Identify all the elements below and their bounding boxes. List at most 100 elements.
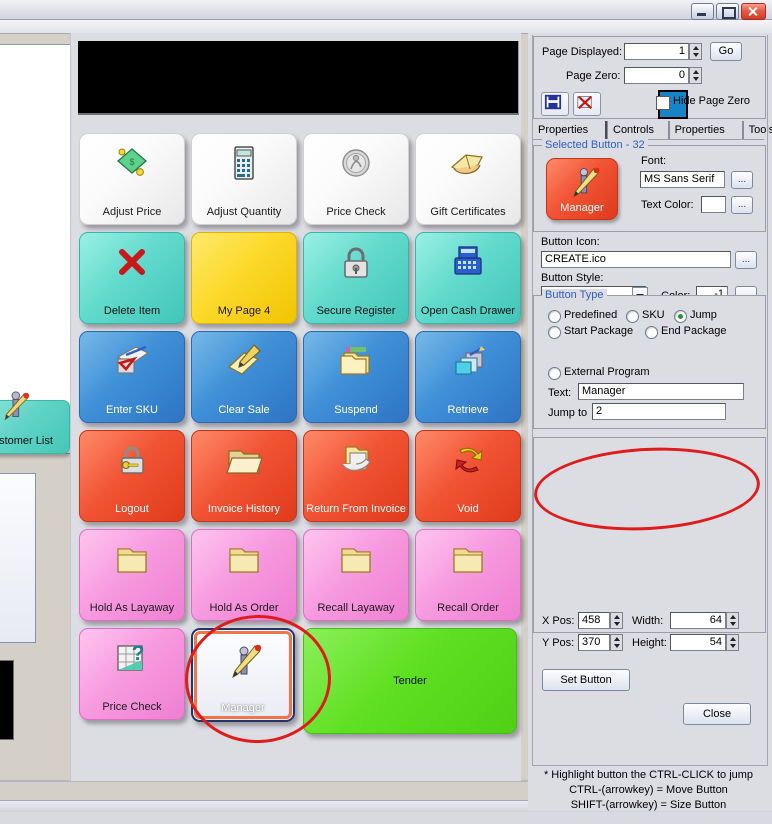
x-pos-label: X Pos:: [542, 615, 575, 627]
font-browse-button[interactable]: ...: [731, 171, 753, 189]
height-input[interactable]: 54: [670, 634, 726, 651]
question-chart-icon: ?: [117, 642, 144, 671]
retrieve-windows-icon: [448, 341, 488, 381]
set-button[interactable]: Set Button: [542, 669, 630, 691]
button-icon-input[interactable]: CREATE.ico: [541, 251, 731, 268]
button-icon-browse-button[interactable]: ...: [735, 251, 757, 269]
pos-button-enter-sku[interactable]: Enter SKU: [79, 331, 185, 423]
hide-page-zero-checkbox[interactable]: [656, 96, 670, 110]
font-label: Font:: [641, 155, 667, 167]
pos-button-return-from-invoice[interactable]: Return From Invoice: [303, 430, 409, 522]
notepad-pencil-icon: [224, 341, 264, 381]
padlock-key-icon: [121, 446, 144, 474]
folder-hand-icon: [336, 440, 376, 480]
page-displayed-spinner[interactable]: [689, 43, 702, 60]
radio-dot: [626, 310, 639, 323]
height-label: Height:: [632, 637, 667, 649]
pos-button-hold-as-order[interactable]: Hold As Order: [191, 529, 297, 621]
pos-button-recall-layaway[interactable]: Recall Layaway: [303, 529, 409, 621]
pos-button-label: Enter SKU: [106, 404, 158, 416]
pos-button-logout[interactable]: Logout: [79, 430, 185, 522]
pos-button-price-check[interactable]: Price Check: [303, 133, 409, 225]
y-pos-spinner[interactable]: [610, 634, 623, 651]
width-spinner[interactable]: [726, 612, 739, 629]
pos-button-invoice-history[interactable]: Invoice History: [191, 430, 297, 522]
folder-icon: [224, 539, 264, 579]
page-zero-spinner[interactable]: [689, 67, 702, 84]
y-pos-label: Y Pos:: [542, 637, 575, 649]
calculator-icon: [234, 146, 254, 180]
pos-button-price-check[interactable]: ? Price Check: [79, 628, 185, 720]
tab-properties-0[interactable]: Properties: [533, 121, 607, 139]
pencil-person-icon: [223, 642, 263, 682]
red-x-icon: [112, 242, 152, 282]
pos-button-retrieve[interactable]: Retrieve: [415, 331, 521, 423]
maximize-button[interactable]: [716, 3, 739, 20]
tab-controls-1[interactable]: Controls: [607, 121, 669, 139]
width-input[interactable]: 64: [670, 612, 726, 629]
radio-dot: [548, 310, 561, 323]
height-spinner[interactable]: [726, 634, 739, 651]
gift-hand-icon: [450, 154, 483, 175]
pos-button-label: Hold As Order: [209, 602, 279, 614]
pos-button-suspend[interactable]: Suspend: [303, 331, 409, 423]
x-pos-input[interactable]: 458: [578, 612, 610, 629]
x-pos-spinner[interactable]: [610, 612, 623, 629]
pos-button-adjust-quantity[interactable]: Adjust Quantity: [191, 133, 297, 225]
text-color-input[interactable]: [701, 196, 726, 213]
pos-button-gift-certificates[interactable]: Gift Certificates: [415, 133, 521, 225]
radio-dot: [645, 326, 658, 339]
pos-button-label: Suspend: [334, 404, 378, 416]
radio-start-package-label: Start Package: [564, 325, 634, 337]
close-button[interactable]: Close: [683, 703, 751, 725]
question-chart-icon: ?: [112, 638, 152, 678]
text-color-browse-button[interactable]: ...: [731, 196, 753, 214]
radio-dot-selected: [674, 310, 687, 323]
pos-button-label: Recall Layaway: [317, 602, 395, 614]
text-field-input[interactable]: Manager: [578, 383, 744, 400]
pos-button-label: Retrieve: [447, 404, 489, 416]
pos-button-my-page-4[interactable]: My Page 4: [191, 232, 297, 324]
selected-button-preview-label: Manager: [560, 202, 604, 214]
tab-properties-2[interactable]: Properties: [668, 121, 743, 139]
page-zero-input[interactable]: 0: [624, 67, 689, 84]
hide-page-zero-label: Hide Page Zero: [673, 95, 751, 107]
pos-button-open-cash-drawer[interactable]: Open Cash Drawer: [415, 232, 521, 324]
tabstrip: Properties Controls Properties Tools: [533, 121, 772, 140]
page-zero-label: Page Zero:: [566, 70, 621, 82]
red-x-icon: [119, 249, 145, 275]
cash-register-icon: [448, 242, 488, 282]
pos-button-label: Invoice History: [207, 503, 281, 515]
pos-button-label: Price Check: [326, 206, 386, 218]
delete-button[interactable]: [573, 92, 601, 116]
pos-button-tender[interactable]: Tender: [303, 628, 517, 734]
page-displayed-input[interactable]: 1: [624, 43, 689, 60]
font-input[interactable]: MS Sans Serif: [640, 171, 725, 188]
delete-x-icon: [577, 95, 593, 110]
pos-button-secure-register[interactable]: Secure Register: [303, 232, 409, 324]
folder-icon: [453, 548, 483, 573]
close-icon[interactable]: [741, 3, 766, 20]
pos-button-clear-sale[interactable]: Clear Sale: [191, 331, 297, 423]
background-lower-panel: [0, 473, 36, 643]
window-titlebar: [0, 0, 772, 20]
jump-to-input[interactable]: 2: [592, 403, 726, 420]
radio-end-package-label: End Package: [661, 325, 727, 337]
folders-icon: [340, 347, 370, 375]
go-button[interactable]: Go: [710, 42, 742, 61]
pos-button-label: Adjust Quantity: [206, 206, 282, 218]
pos-button-adjust-price[interactable]: $ Adjust Price: [79, 133, 185, 225]
hint-line-1: * Highlight button the CTRL-CLICK to jum…: [543, 769, 754, 781]
customer-list-button[interactable]: stomer List: [0, 391, 70, 454]
pos-button-manager[interactable]: Manager: [191, 628, 295, 722]
save-button[interactable]: [541, 92, 569, 116]
pos-button-hold-as-layaway[interactable]: Hold As Layaway: [79, 529, 185, 621]
tab-tools-3[interactable]: Tools: [742, 121, 772, 139]
y-pos-input[interactable]: 370: [578, 634, 610, 651]
pos-button-void[interactable]: Void: [415, 430, 521, 522]
pos-button-recall-order[interactable]: Recall Order: [415, 529, 521, 621]
minimize-button[interactable]: [691, 3, 714, 20]
pos-button-label: Clear Sale: [218, 404, 270, 416]
pos-button-delete-item[interactable]: Delete Item: [79, 232, 185, 324]
notepad-pencil-icon: [227, 344, 261, 375]
